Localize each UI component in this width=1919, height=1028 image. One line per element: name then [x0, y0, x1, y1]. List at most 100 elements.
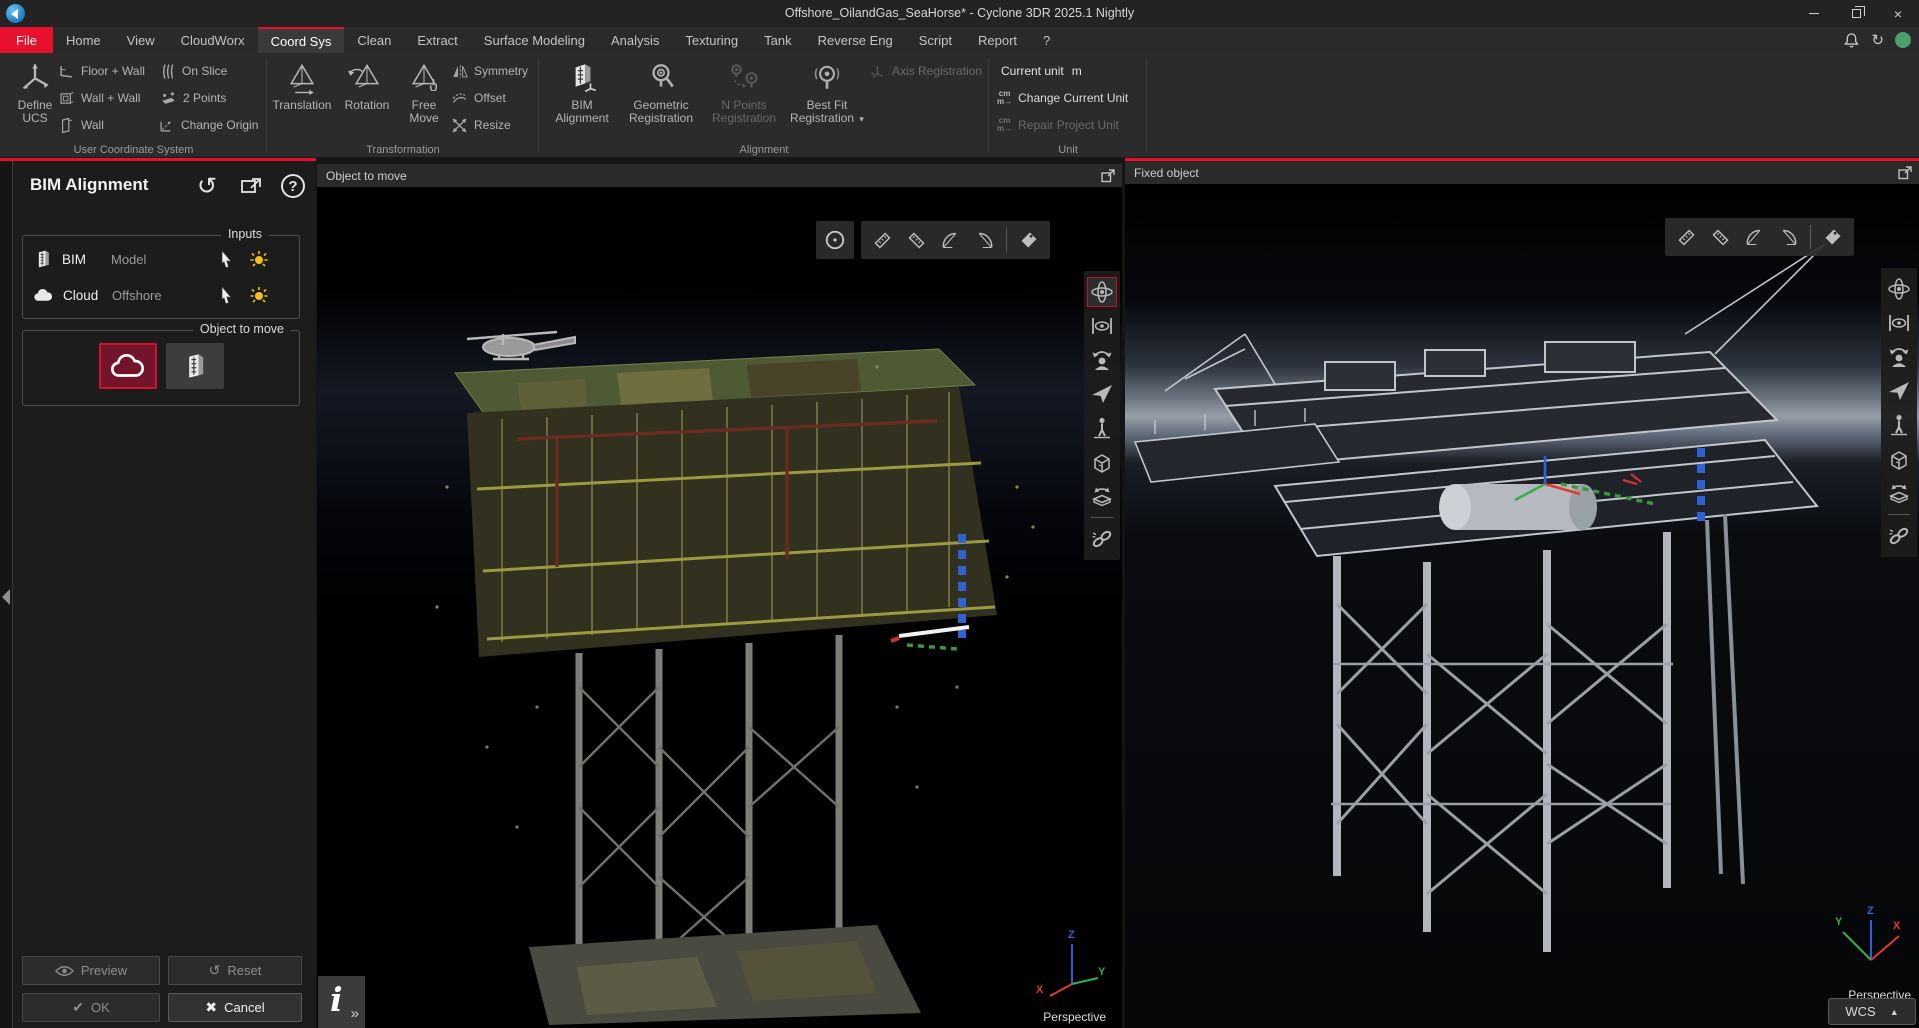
- add-measurement-button[interactable]: [867, 225, 897, 255]
- walk-mode-button[interactable]: [1884, 410, 1914, 440]
- geometric-registration-icon: [645, 57, 677, 97]
- bim-alignment-button[interactable]: BIM Alignment: [547, 57, 617, 143]
- minimize-button[interactable]: [1793, 0, 1835, 27]
- axis-registration-button[interactable]: Axis Registration: [869, 60, 982, 82]
- wall-button[interactable]: Wall: [58, 114, 104, 136]
- close-button[interactable]: ×: [1877, 0, 1919, 27]
- panel-title: BIM Alignment: [30, 175, 148, 195]
- orbit-mode-button[interactable]: [1087, 277, 1117, 307]
- examine-mode-button[interactable]: [1087, 345, 1117, 375]
- tag-button[interactable]: [1818, 222, 1848, 252]
- ok-button[interactable]: ✔ OK: [22, 993, 160, 1022]
- move-cloud-option-button[interactable]: [99, 343, 157, 389]
- account-status-icon[interactable]: [1895, 32, 1911, 48]
- constrained-orbit-button[interactable]: [1884, 308, 1914, 338]
- bim-visibility-bulb-icon[interactable]: [249, 249, 269, 269]
- panel-detach-button[interactable]: [237, 172, 265, 200]
- geometric-registration-button[interactable]: Geometric Registration: [621, 57, 701, 143]
- tag-button[interactable]: [1014, 225, 1044, 255]
- info-icon: i: [330, 980, 343, 1019]
- restore-button[interactable]: [1835, 0, 1877, 27]
- symmetry-button[interactable]: Symmetry: [451, 60, 528, 82]
- move-model-option-button[interactable]: [166, 343, 224, 389]
- panel-reset-button[interactable]: ↺: [193, 172, 221, 200]
- point-cloud-canvas[interactable]: i » Z X Y Perspective: [317, 187, 1122, 1028]
- offset-button[interactable]: Offset: [451, 87, 506, 109]
- turntable-button[interactable]: [1884, 478, 1914, 508]
- angle-measurement-button[interactable]: [1739, 222, 1769, 252]
- pick-cloud-cursor-button[interactable]: [217, 285, 237, 305]
- section-cube-button[interactable]: [1087, 447, 1117, 477]
- tab-help[interactable]: ?: [1030, 27, 1063, 53]
- fly-mode-button[interactable]: [1884, 376, 1914, 406]
- add-measurement-button[interactable]: [1671, 222, 1701, 252]
- tab-report[interactable]: Report: [965, 27, 1030, 53]
- projection-label-left[interactable]: Perspective: [1043, 1010, 1106, 1024]
- walk-mode-button[interactable]: [1087, 413, 1117, 443]
- notifications-bell-icon[interactable]: [1843, 32, 1860, 49]
- best-fit-dropdown-caret-icon[interactable]: ▾: [859, 114, 864, 124]
- wall-wall-button[interactable]: Wall + Wall: [58, 87, 140, 109]
- reset-button[interactable]: ↺ Reset: [168, 956, 302, 985]
- tab-surface-modeling[interactable]: Surface Modeling: [471, 27, 598, 53]
- tab-clean[interactable]: Clean: [344, 27, 404, 53]
- tab-tank[interactable]: Tank: [751, 27, 804, 53]
- link-views-button[interactable]: [1087, 524, 1117, 554]
- cad-model-canvas[interactable]: Z Y X Perspective WCS ▲: [1125, 184, 1919, 1028]
- resize-button[interactable]: Resize: [451, 114, 511, 136]
- autofocus-target-button[interactable]: [816, 221, 854, 259]
- profile-measurement-button[interactable]: [1773, 222, 1803, 252]
- turntable-button[interactable]: [1087, 481, 1117, 511]
- ribbon-tab-bar: File Home View CloudWorx Coord Sys Clean…: [0, 27, 1919, 53]
- rotation-button[interactable]: Rotation: [335, 57, 399, 143]
- profile-measurement-button[interactable]: [969, 225, 999, 255]
- cloud-option-icon: [110, 354, 146, 379]
- section-cube-button[interactable]: [1884, 444, 1914, 474]
- angle-measurement-button[interactable]: [935, 225, 965, 255]
- scene-info-button[interactable]: i »: [318, 976, 365, 1028]
- change-origin-button[interactable]: Change Origin: [158, 114, 258, 136]
- pick-bim-cursor-button[interactable]: [217, 249, 237, 269]
- repair-project-unit-button[interactable]: cmm→ Repair Project Unit: [997, 114, 1119, 136]
- x-icon: ✖: [205, 999, 217, 1016]
- tab-coord-sys[interactable]: Coord Sys: [258, 27, 345, 53]
- viewport-left-header: Object to move: [317, 164, 1122, 187]
- floor-wall-button[interactable]: Floor + Wall: [58, 60, 145, 82]
- preview-button[interactable]: Preview: [22, 956, 160, 985]
- measure-point-button[interactable]: [901, 225, 931, 255]
- coordinate-system-dropdown[interactable]: WCS ▲: [1828, 998, 1916, 1025]
- axis-triad-left[interactable]: Z X Y: [1036, 932, 1106, 1004]
- tab-home[interactable]: Home: [53, 27, 114, 53]
- tab-reverse-eng[interactable]: Reverse Eng: [805, 27, 906, 53]
- measure-point-button[interactable]: [1705, 222, 1735, 252]
- on-slice-button[interactable]: On Slice: [160, 60, 227, 82]
- best-fit-registration-button[interactable]: Best Fit Registration ▾: [787, 57, 867, 143]
- tab-file[interactable]: File: [0, 27, 53, 53]
- panel-help-button[interactable]: ?: [279, 172, 307, 200]
- tab-script[interactable]: Script: [906, 27, 965, 53]
- tab-extract[interactable]: Extract: [404, 27, 470, 53]
- two-points-button[interactable]: 2 Points: [160, 87, 226, 109]
- orbit-mode-button[interactable]: [1884, 274, 1914, 304]
- viewport-left-expand-icon[interactable]: [1100, 168, 1116, 184]
- cloud-visibility-bulb-icon[interactable]: [249, 285, 269, 305]
- tab-cloudworx[interactable]: CloudWorx: [168, 27, 258, 53]
- axis-triad-right[interactable]: Z Y X: [1833, 910, 1903, 982]
- tab-view[interactable]: View: [114, 27, 168, 53]
- constrained-orbit-button[interactable]: [1087, 311, 1117, 341]
- viewport-right-expand-icon[interactable]: [1897, 165, 1913, 181]
- sync-icon[interactable]: ↻: [1871, 31, 1884, 49]
- define-ucs-button[interactable]: Define UCS: [6, 57, 64, 143]
- examine-mode-button[interactable]: [1884, 342, 1914, 372]
- fly-mode-button[interactable]: [1087, 379, 1117, 409]
- cancel-button[interactable]: ✖ Cancel: [168, 993, 302, 1022]
- translation-button[interactable]: Translation: [269, 57, 335, 143]
- change-current-unit-button[interactable]: cmm→ Change Current Unit: [997, 87, 1128, 109]
- tab-analysis[interactable]: Analysis: [598, 27, 672, 53]
- input-row-cloud: Cloud Offshore: [33, 282, 289, 308]
- n-points-registration-button[interactable]: N Points Registration: [705, 57, 783, 143]
- collapse-panel-arrow-icon[interactable]: [2, 589, 10, 605]
- free-move-button[interactable]: Free Move: [399, 57, 449, 143]
- tab-texturing[interactable]: Texturing: [672, 27, 751, 53]
- link-views-button[interactable]: [1884, 521, 1914, 551]
